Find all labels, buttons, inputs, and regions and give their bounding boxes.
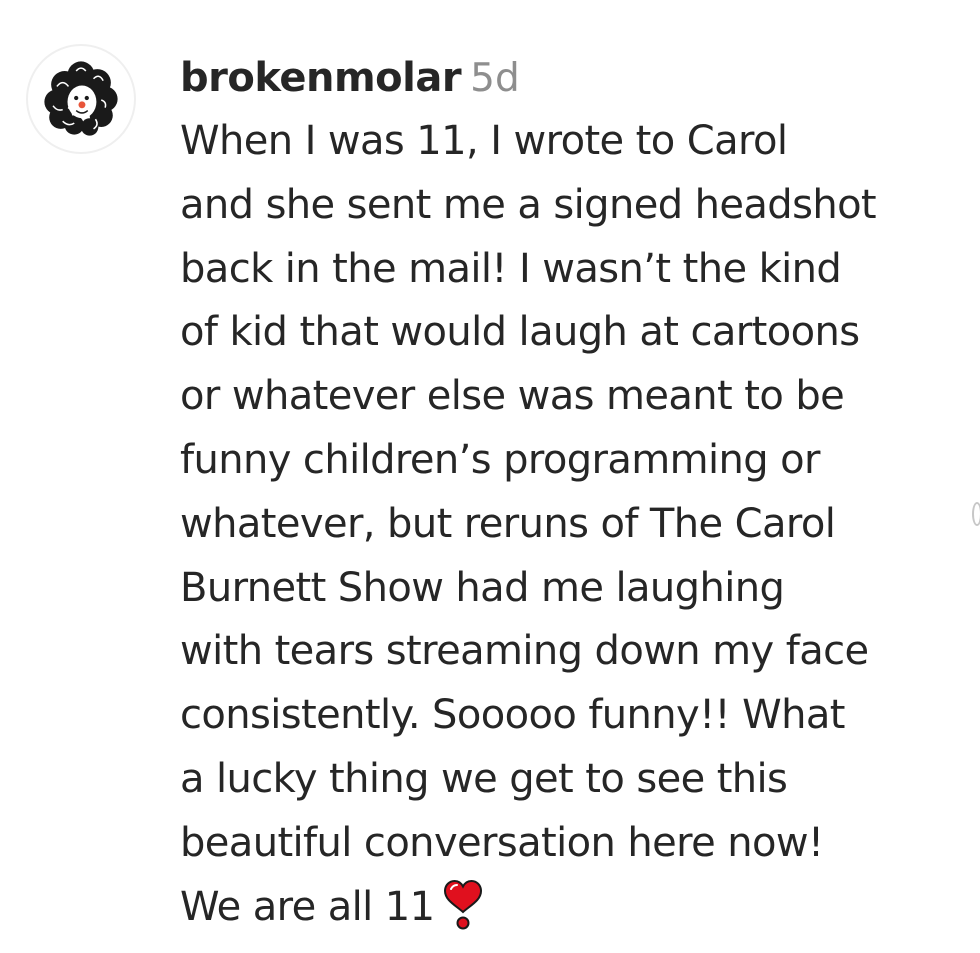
comment-body: brokenmolar 5d When I was 11, I wrote to… bbox=[180, 46, 970, 939]
comment-text-line: beautiful conversation here now! bbox=[180, 819, 824, 866]
username-link[interactable]: brokenmolar bbox=[180, 55, 462, 101]
comment: brokenmolar 5d When I was 11, I wrote to… bbox=[0, 0, 980, 953]
comment-text-line: Burnett Show had me laughing bbox=[180, 564, 785, 611]
comment-text-line: back in the mail! I wasn’t the kind bbox=[180, 245, 842, 292]
comment-header: brokenmolar 5d bbox=[180, 46, 970, 110]
comment-text-line: and she sent me a signed headshot bbox=[180, 181, 877, 228]
avatar-image bbox=[44, 61, 118, 136]
comment-text-line: consistently. Sooooo funny!! What bbox=[180, 692, 845, 739]
comment-text-line: with tears streaming down my face bbox=[180, 628, 869, 675]
edge-partial-icon bbox=[972, 502, 980, 526]
comment-text-line: whatever, but reruns of The Carol bbox=[180, 500, 836, 547]
comment-text-line: funny children’s programming or bbox=[180, 436, 820, 483]
comment-text-line: a lucky thing we get to see this bbox=[180, 755, 788, 802]
comment-text-line: or whatever else was meant to be bbox=[180, 373, 845, 420]
comment-text-line: When I was 11, I wrote to Carol bbox=[180, 118, 788, 164]
comment-text-line: of kid that would laugh at cartoons bbox=[180, 309, 860, 356]
comment-timestamp[interactable]: 5d bbox=[470, 56, 520, 101]
avatar[interactable] bbox=[26, 44, 136, 154]
comment-text: When I was 11, I wrote to Carol and she … bbox=[180, 110, 970, 939]
heart-exclamation-icon bbox=[441, 879, 485, 931]
comment-text-last-words: We are all 11 bbox=[180, 883, 435, 930]
comment-text-line-last: We are all 11 bbox=[180, 876, 970, 940]
